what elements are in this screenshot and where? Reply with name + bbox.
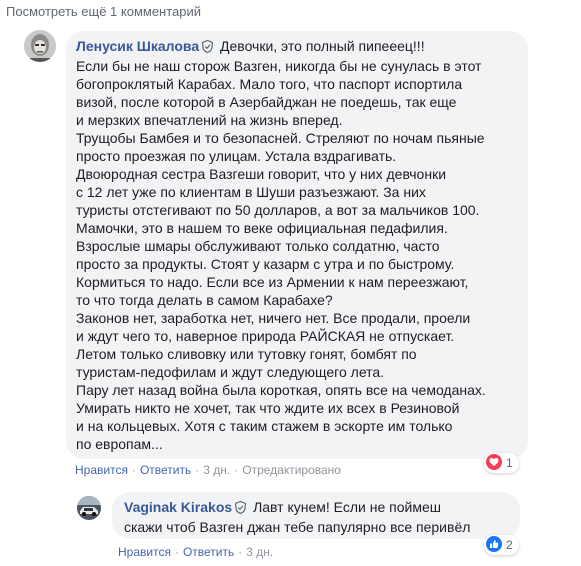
- edited-label[interactable]: Отредактировано: [242, 463, 341, 477]
- top-fan-shield-icon: [201, 39, 214, 57]
- separator: ·: [195, 463, 200, 477]
- car-photo-icon: [77, 496, 101, 520]
- separator: ·: [238, 545, 243, 559]
- comment-header: Vaginak Kirakos Лавт кунем! Если не пойм…: [124, 498, 508, 518]
- comment-header: Ленусик Шкалова Девочки, это полный пипе…: [76, 37, 518, 57]
- reaction-summary[interactable]: 1: [484, 453, 519, 473]
- top-fan-shield-icon: [235, 500, 247, 518]
- comment-bubble: Ленусик Шкалова Девочки, это полный пипе…: [66, 31, 528, 459]
- comment-paragraph: Взрослые шмары обслуживают только солдат…: [76, 238, 469, 308]
- user-photo-icon: [24, 30, 56, 62]
- like-link[interactable]: Нравится: [75, 463, 128, 477]
- comment-paragraph: Пару лет назад война была короткая, опят…: [76, 382, 486, 452]
- comment-paragraph: Летом только сливовку или тутовку гонят,…: [76, 346, 417, 380]
- reply-bubble: Vaginak Kirakos Лавт кунем! Если не пойм…: [112, 492, 520, 539]
- separator: ·: [174, 545, 179, 559]
- love-reaction-icon: [486, 453, 502, 473]
- avatar[interactable]: [77, 496, 101, 520]
- reaction-count: 2: [506, 538, 513, 552]
- comment-actions: Нравится · Ответить · 3 дн. · Отредактировано: [75, 463, 341, 477]
- separator: ·: [234, 463, 239, 477]
- reaction-count: 1: [506, 456, 513, 470]
- comment-text-first-line: Девочки, это полный пипееец!!!: [220, 38, 425, 54]
- reply-link[interactable]: Ответить: [183, 545, 234, 559]
- separator: ·: [131, 463, 136, 477]
- comment-actions: Нравится · Ответить · 3 дн.: [118, 545, 273, 559]
- comment-paragraph: Если бы не наш сторож Вазген, никогда бы…: [76, 58, 482, 128]
- reply-link[interactable]: Ответить: [140, 463, 191, 477]
- reaction-summary[interactable]: 2: [484, 535, 519, 555]
- like-link[interactable]: Нравится: [118, 545, 171, 559]
- comment-paragraph: Трущобы Бамбея и то безопасней. Стреляют…: [76, 130, 485, 164]
- timestamp[interactable]: 3 дн.: [246, 545, 273, 559]
- timestamp[interactable]: 3 дн.: [203, 463, 230, 477]
- comment-author-name[interactable]: Vaginak Kirakos: [124, 499, 232, 515]
- avatar[interactable]: [24, 30, 56, 62]
- comment-paragraph: скажи чтоб Вазген джан тебе папулярно вс…: [124, 519, 471, 535]
- comment-paragraph: Двоюродная сестра Вазгеши говорит, что у…: [76, 166, 480, 236]
- view-more-comments-link[interactable]: Посмотреть ещё 1 комментарий: [6, 4, 201, 19]
- like-reaction-icon: [486, 535, 502, 555]
- comment-author-name[interactable]: Ленусик Шкалова: [76, 38, 199, 54]
- comment-text-first-line: Лавт кунем! Если не поймеш: [253, 499, 441, 515]
- comment-paragraph: Законов нет, заработка нет, ничего нет. …: [76, 310, 471, 344]
